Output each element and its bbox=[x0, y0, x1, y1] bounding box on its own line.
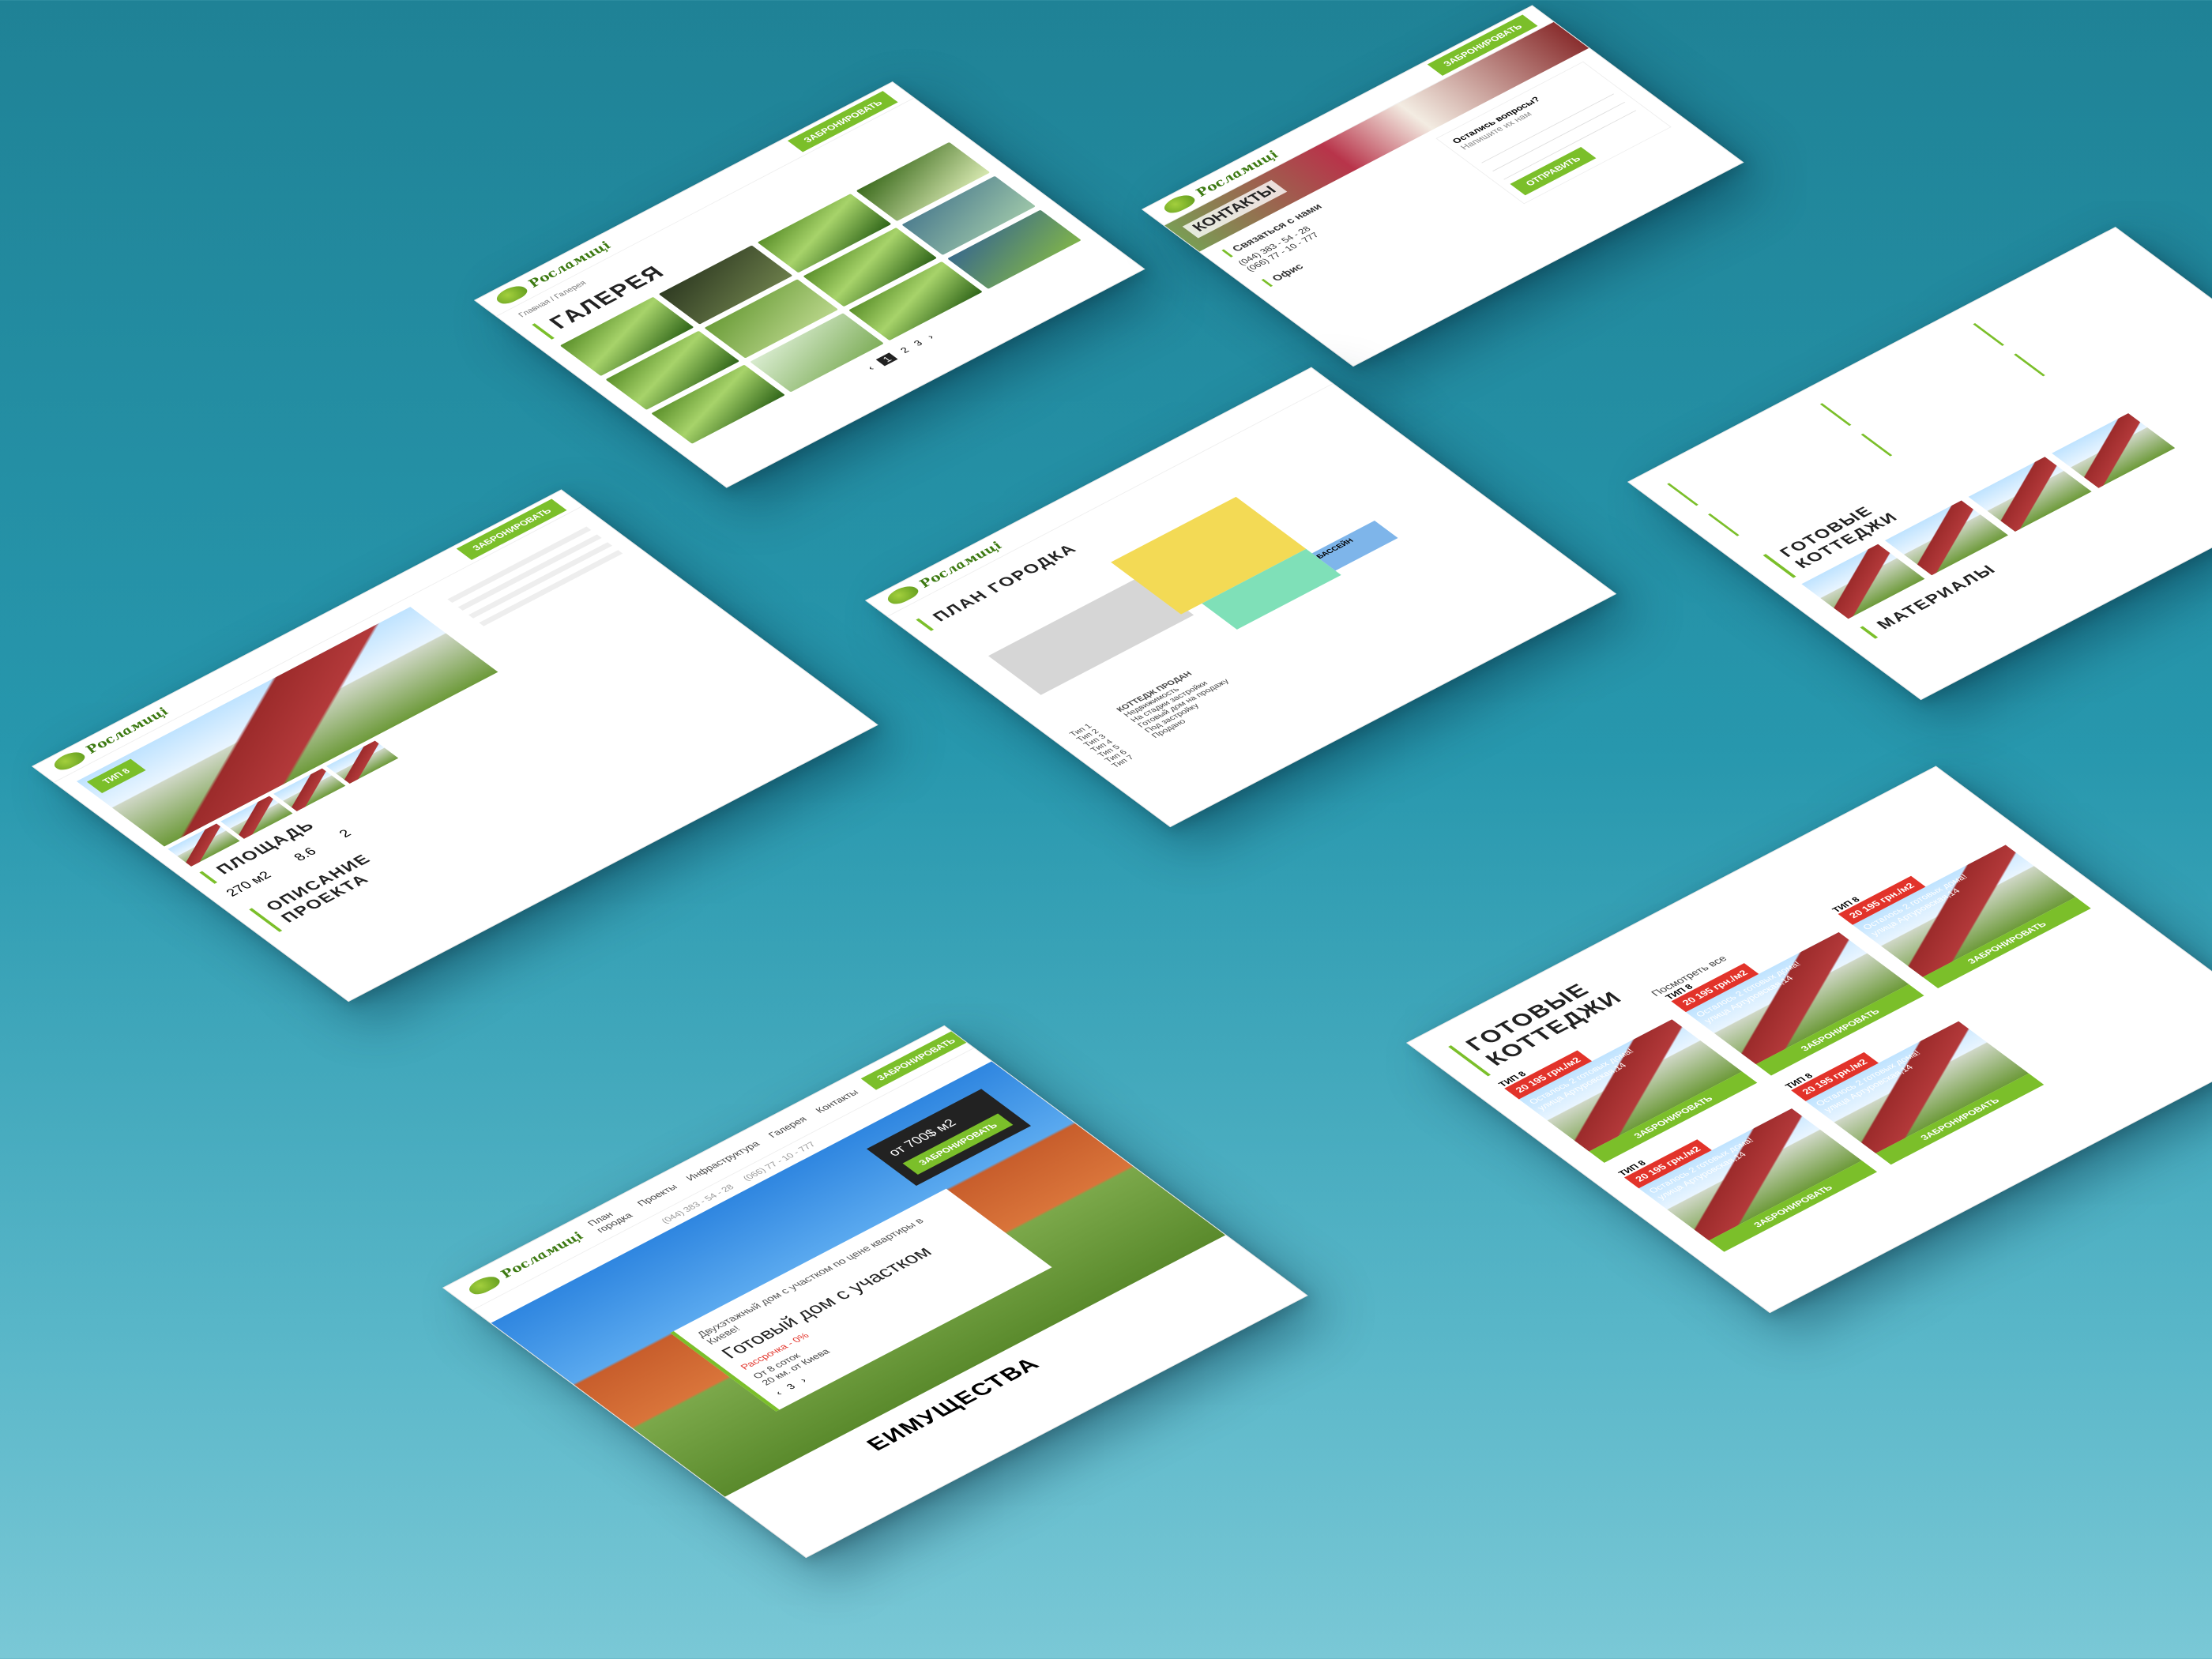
page-1[interactable]: 1 bbox=[875, 352, 898, 367]
chevron-left-icon[interactable]: ‹ bbox=[773, 1389, 784, 1397]
chevron-right-icon[interactable]: › bbox=[797, 1376, 809, 1384]
chevron-left-icon[interactable]: ‹ bbox=[864, 364, 876, 372]
page-2[interactable]: 2 bbox=[897, 345, 911, 355]
page-3[interactable]: 3 bbox=[911, 338, 924, 348]
project-page-tile: Росламиці ЗАБРОНИРОВАТЬ ТИП 8 ПЛОЩАДЬ 27… bbox=[32, 489, 878, 1003]
gallery-page-tile: Росламиці ЗАБРОНИРОВАТЬ Главная / Галере… bbox=[474, 81, 1146, 488]
contacts-page-tile: Росламиці ЗАБРОНИРОВАТЬ КОНТАКТЫ Связать… bbox=[1142, 5, 1744, 367]
type-badge: ТИП 8 bbox=[86, 758, 146, 793]
chevron-right-icon[interactable]: › bbox=[924, 333, 936, 340]
nav-gallery[interactable]: Галерея bbox=[766, 1115, 809, 1139]
legend-types: Тип 1 Тип 2 Тип 3 Тип 4 Тип 5 Тип 6 Тип … bbox=[1067, 722, 1137, 769]
plan-page-tile: Росламиці ПЛАН ГОРОДКА БАССЕЙН Тип 1 Тип… bbox=[865, 367, 1617, 828]
logo-tree-icon bbox=[464, 1273, 504, 1297]
cottages-page-tile: ГОТОВЫЕ КОТТЕДЖИ Посмотреть все ТИП 8 20… bbox=[1406, 766, 2212, 1314]
pool-label: БАССЕЙН bbox=[1315, 537, 1356, 561]
home-page-tile: Росламиці План городка Проекты Инфрастру… bbox=[442, 1025, 1308, 1559]
rating-value: 8.6 bbox=[290, 845, 320, 863]
nav-projects[interactable]: Проекты bbox=[634, 1182, 679, 1207]
slide-number: 3 bbox=[784, 1382, 798, 1391]
floors-value: 2 bbox=[335, 827, 355, 840]
pool-zone: БАССЕЙН bbox=[1311, 520, 1398, 571]
features-page-tile: ГОТОВЫЕ КОТТЕДЖИ МАТЕРИАЛЫ bbox=[1627, 227, 2212, 701]
